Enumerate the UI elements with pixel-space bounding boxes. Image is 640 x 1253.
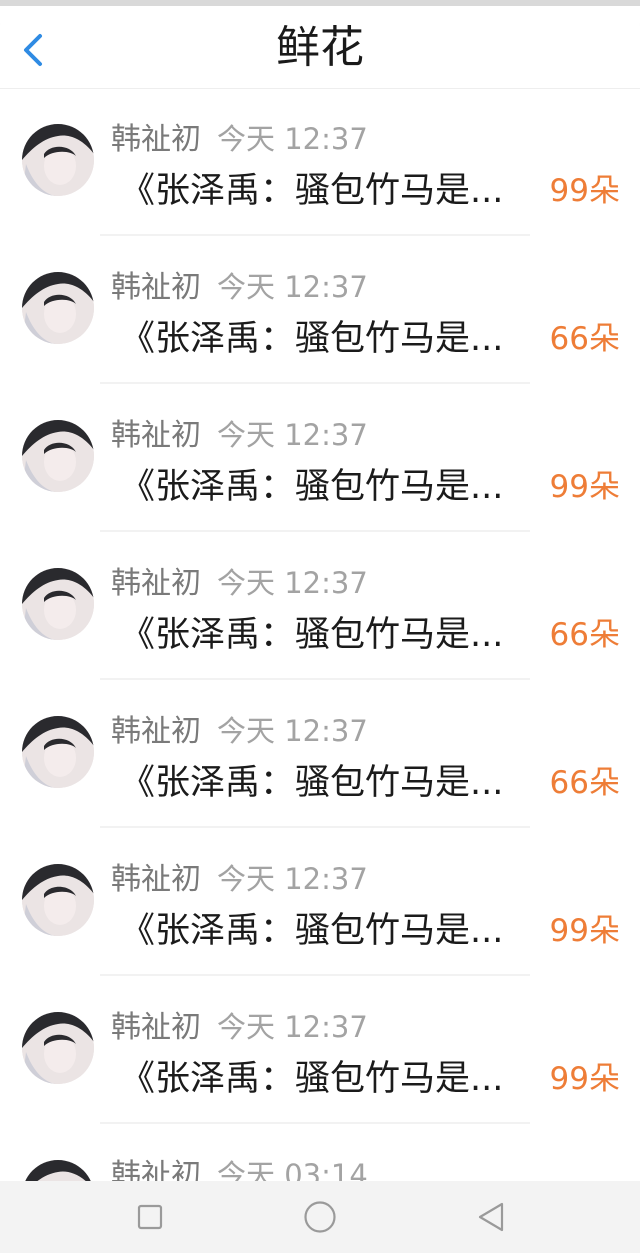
- item-meta: 韩祉初 今天 12:37: [111, 262, 368, 305]
- timestamp: 今天 12:37: [217, 418, 368, 452]
- timestamp: 今天 03:14: [217, 1158, 368, 1181]
- item-meta: 韩祉初 今天 12:37: [111, 1002, 368, 1045]
- avatar: [22, 1160, 94, 1181]
- item-meta: 韩祉初 今天 12:37: [111, 410, 368, 453]
- item-meta: 韩祉初 今天 12:37: [111, 854, 368, 897]
- back-nav-button[interactable]: [472, 1197, 512, 1237]
- sender-name: 韩祉初: [111, 1010, 201, 1045]
- avatar: [22, 1012, 94, 1084]
- avatar: [22, 124, 94, 196]
- flower-count: 66朵: [549, 617, 620, 653]
- timestamp: 今天 12:37: [217, 714, 368, 748]
- sender-name: 韩祉初: [111, 418, 201, 453]
- message-preview: 《张泽禹：骚包竹马是...: [120, 467, 504, 507]
- flower-count: 66朵: [549, 321, 620, 357]
- item-meta: 韩祉初 今天 12:37: [111, 706, 368, 749]
- sender-name: 韩祉初: [111, 122, 201, 157]
- page-title: 鲜花: [276, 22, 364, 73]
- circle-icon: [304, 1201, 336, 1233]
- message-preview: 《张泽禹：骚包竹马是...: [120, 319, 504, 359]
- sender-name: 韩祉初: [111, 1158, 201, 1181]
- message-preview: 《张泽禹：骚包竹马是...: [120, 171, 504, 211]
- item-meta: 韩祉初 今天 03:14: [111, 1150, 368, 1181]
- square-icon: [137, 1204, 163, 1230]
- system-navbar: [0, 1181, 640, 1253]
- list-item[interactable]: 韩祉初 今天 12:37 《张泽禹：骚包竹马是... 99朵: [0, 976, 640, 1124]
- avatar: [22, 568, 94, 640]
- recent-apps-button[interactable]: [130, 1197, 170, 1237]
- timestamp: 今天 12:37: [217, 566, 368, 600]
- message-preview: 《张泽禹：骚包竹马是...: [120, 763, 504, 803]
- sender-name: 韩祉初: [111, 714, 201, 749]
- timestamp: 今天 12:37: [217, 122, 368, 156]
- flower-count: 66朵: [549, 765, 620, 801]
- timestamp: 今天 12:37: [217, 270, 368, 304]
- avatar: [22, 272, 94, 344]
- flower-count: 99朵: [549, 913, 620, 949]
- sender-name: 韩祉初: [111, 862, 201, 897]
- flower-count: 99朵: [549, 469, 620, 505]
- list-item[interactable]: 韩祉初 今天 12:37 《张泽禹：骚包竹马是... 99朵: [0, 384, 640, 532]
- item-meta: 韩祉初 今天 12:37: [111, 114, 368, 157]
- message-preview: 《张泽禹：骚包竹马是...: [120, 615, 504, 655]
- avatar: [22, 716, 94, 788]
- triangle-back-icon: [478, 1202, 504, 1232]
- list-item[interactable]: 韩祉初 今天 12:37 《张泽禹：骚包竹马是... 99朵: [0, 88, 640, 236]
- avatar: [22, 864, 94, 936]
- list-item[interactable]: 韩祉初 今天 03:14: [0, 1124, 640, 1181]
- app-header: 鲜花: [0, 6, 640, 88]
- timestamp: 今天 12:37: [217, 1010, 368, 1044]
- list-item[interactable]: 韩祉初 今天 12:37 《张泽禹：骚包竹马是... 66朵: [0, 680, 640, 828]
- avatar: [22, 420, 94, 492]
- flower-count: 99朵: [549, 1061, 620, 1097]
- list-item[interactable]: 韩祉初 今天 12:37 《张泽禹：骚包竹马是... 99朵: [0, 828, 640, 976]
- sender-name: 韩祉初: [111, 566, 201, 601]
- sender-name: 韩祉初: [111, 270, 201, 305]
- message-preview: 《张泽禹：骚包竹马是...: [120, 1059, 504, 1099]
- flower-list: 韩祉初 今天 12:37 《张泽禹：骚包竹马是... 99朵 韩祉初 今天 12:3…: [0, 88, 640, 1181]
- message-preview: 《张泽禹：骚包竹马是...: [120, 911, 504, 951]
- home-button[interactable]: [300, 1197, 340, 1237]
- list-item[interactable]: 韩祉初 今天 12:37 《张泽禹：骚包竹马是... 66朵: [0, 532, 640, 680]
- list-item[interactable]: 韩祉初 今天 12:37 《张泽禹：骚包竹马是... 66朵: [0, 236, 640, 384]
- timestamp: 今天 12:37: [217, 862, 368, 896]
- flower-count: 99朵: [549, 173, 620, 209]
- item-meta: 韩祉初 今天 12:37: [111, 558, 368, 601]
